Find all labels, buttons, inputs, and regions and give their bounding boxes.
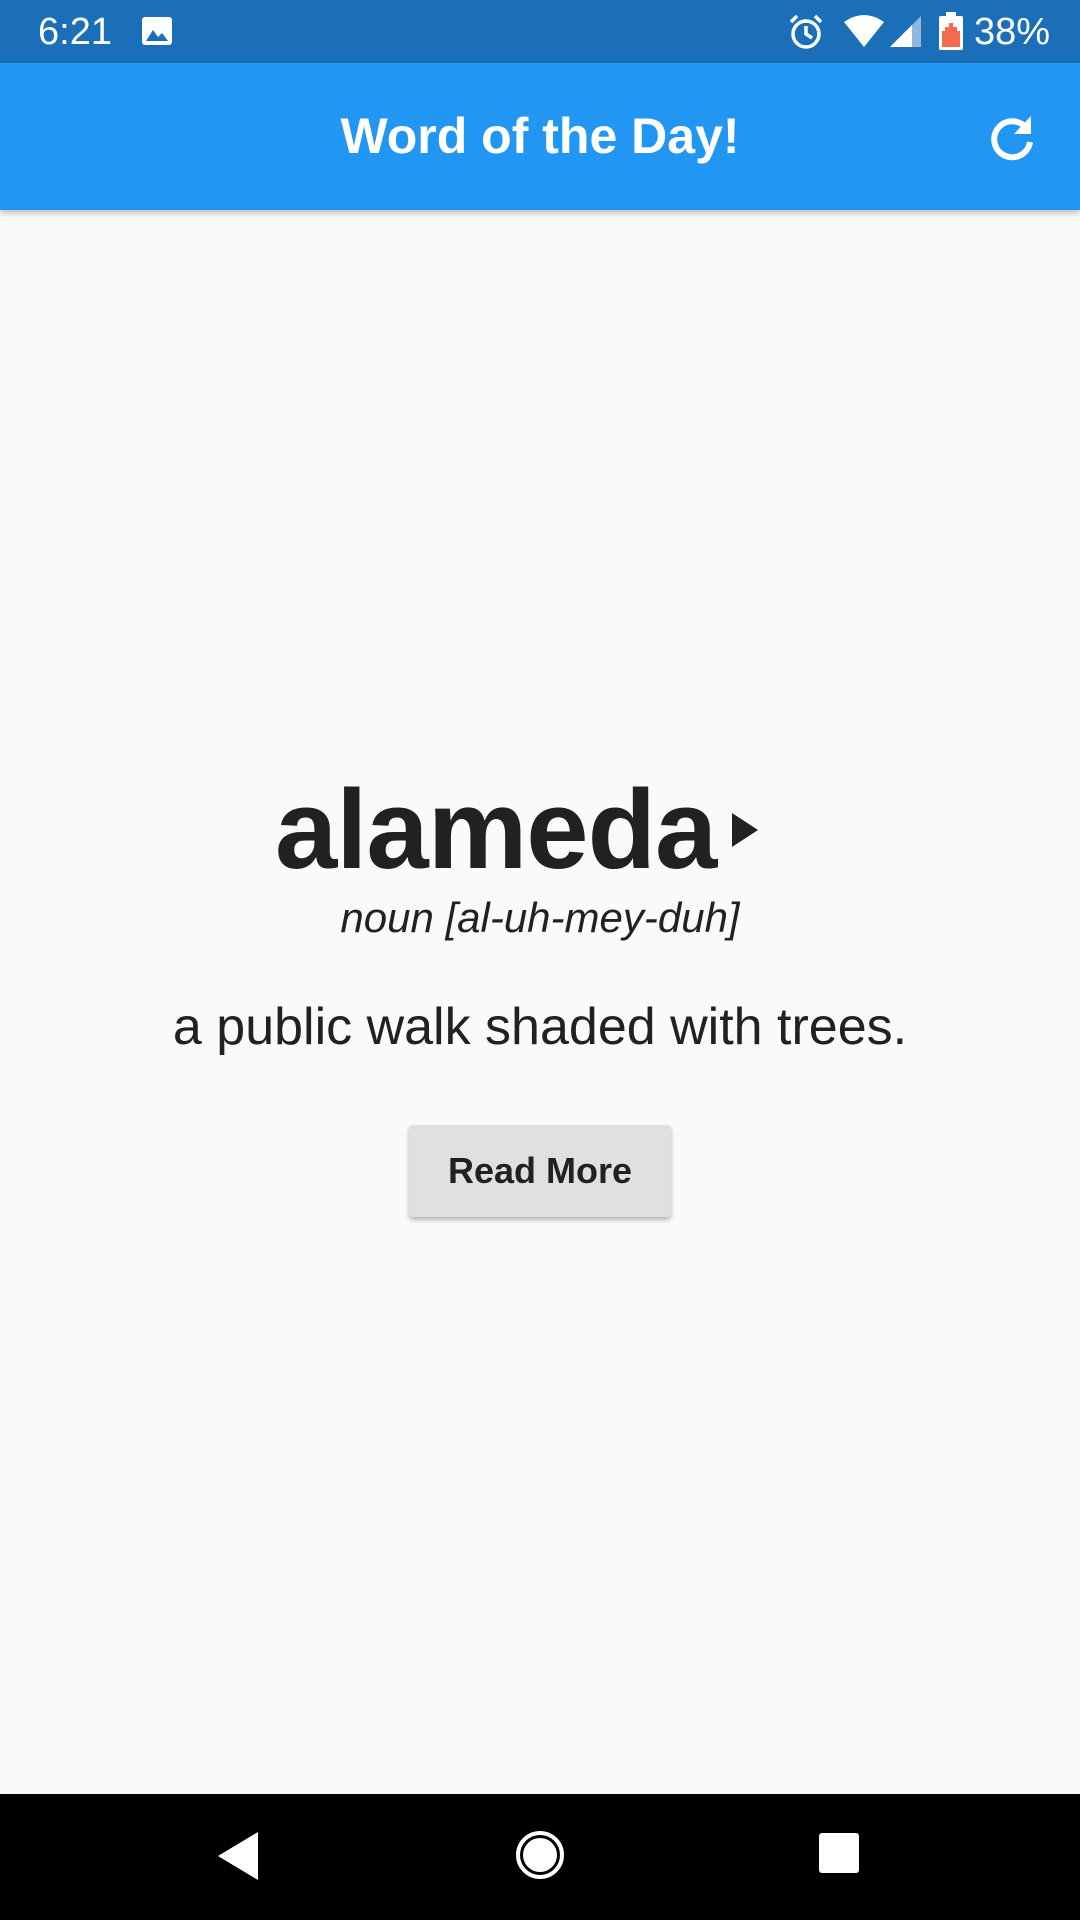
- status-bar: 6:21 38%: [0, 0, 1080, 63]
- definition: a public walk shaded with trees.: [172, 998, 908, 1056]
- refresh-icon: [991, 116, 1033, 161]
- wifi-icon: [844, 15, 884, 47]
- read-more-button[interactable]: Read More: [409, 1125, 671, 1217]
- gallery-icon: [142, 17, 172, 45]
- play-pronunciation-button[interactable]: [718, 800, 772, 860]
- app-bar: Word of the Day!: [0, 63, 1080, 210]
- refresh-button[interactable]: [980, 105, 1044, 169]
- back-icon[interactable]: [216, 1830, 260, 1882]
- battery-percent: 38%: [974, 11, 1051, 53]
- pronunciation: noun [al-uh-mey-duh]: [340, 894, 740, 941]
- recents-icon[interactable]: [818, 1832, 860, 1874]
- play-icon: [732, 813, 758, 847]
- navigation-bar: [0, 1794, 1080, 1920]
- word-title: alameda: [275, 767, 717, 892]
- battery-icon: [939, 12, 963, 50]
- home-icon[interactable]: [514, 1829, 566, 1881]
- cell-signal-icon: [890, 16, 921, 47]
- app-title: Word of the Day!: [340, 108, 740, 164]
- word-row: alameda: [0, 770, 1080, 890]
- status-time: 6:21: [38, 11, 112, 53]
- alarm-icon: [789, 14, 823, 49]
